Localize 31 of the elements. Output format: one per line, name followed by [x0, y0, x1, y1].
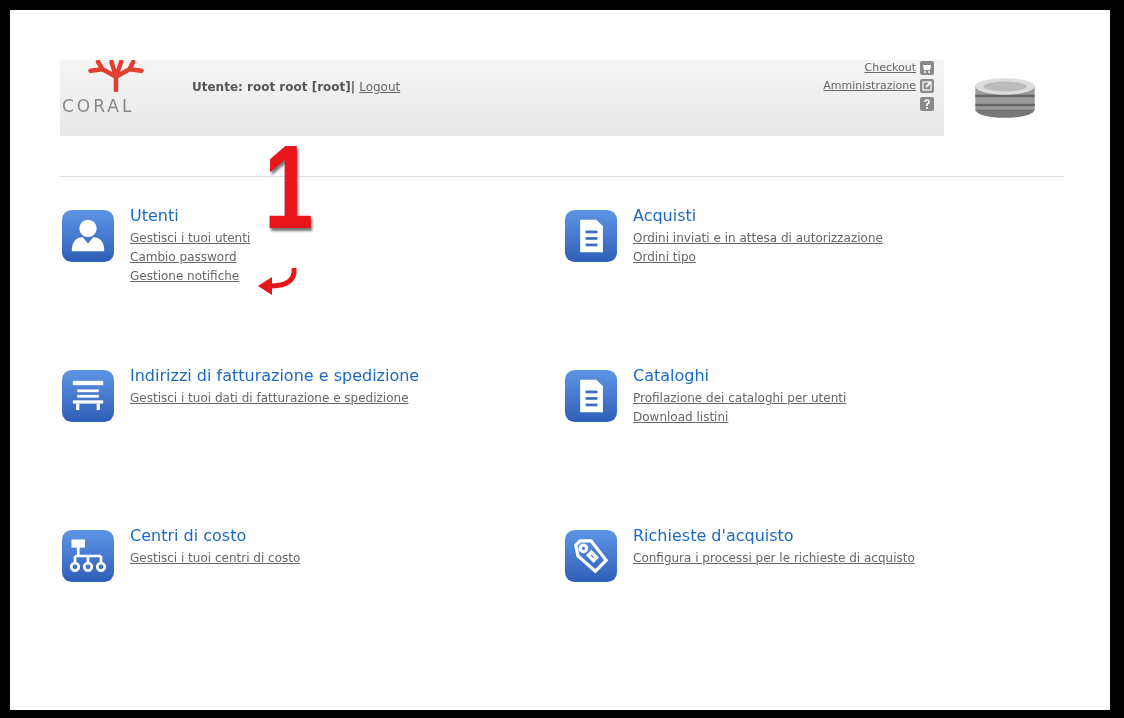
- document-icon[interactable]: [565, 370, 617, 422]
- section-link[interactable]: Gestisci i tuoi centri di costo: [130, 550, 301, 567]
- document-icon[interactable]: [565, 210, 617, 262]
- section-title[interactable]: Indirizzi di fatturazione e spedizione: [130, 366, 420, 385]
- section-title[interactable]: Utenti: [130, 206, 251, 225]
- user-icon[interactable]: [62, 210, 114, 262]
- edit-icon[interactable]: [920, 78, 934, 93]
- cart-icon[interactable]: [920, 60, 934, 75]
- tag-icon[interactable]: [565, 530, 617, 582]
- header-link[interactable]: Amministrazione: [823, 79, 916, 92]
- logout-link[interactable]: Logout: [359, 80, 401, 136]
- section-title[interactable]: Richieste d'acquisto: [633, 526, 915, 545]
- section-link[interactable]: Download listini: [633, 409, 729, 426]
- section-title[interactable]: Acquisti: [633, 206, 883, 225]
- logo-text: CORAL: [62, 96, 135, 116]
- section-link[interactable]: Gestisci i tuoi utenti: [130, 230, 251, 247]
- user-label: Utente: root root [root]|: [192, 80, 356, 96]
- help-icon[interactable]: [920, 96, 934, 111]
- section-link[interactable]: Profilazione dei cataloghi per utenti: [633, 390, 847, 407]
- section-title[interactable]: Cataloghi: [633, 366, 847, 385]
- section-link[interactable]: Configura i processi per le richieste di acquisto: [633, 550, 915, 567]
- section-link[interactable]: Cambio password: [130, 249, 237, 266]
- hierarchy-icon[interactable]: [62, 530, 114, 582]
- coral-logo-icon: [86, 60, 146, 92]
- section-link[interactable]: Gestione notifiche: [130, 268, 240, 285]
- header-link[interactable]: Checkout: [864, 61, 916, 74]
- annotation-number: 1: [264, 128, 314, 246]
- section-link[interactable]: Ordini tipo: [633, 249, 696, 266]
- section-link[interactable]: Gestisci i tuoi dati di fatturazione e spedizione: [130, 390, 409, 407]
- section-title[interactable]: Centri di costo: [130, 526, 301, 545]
- section-link[interactable]: Ordini inviati e in attesa di autorizzazione: [633, 230, 883, 247]
